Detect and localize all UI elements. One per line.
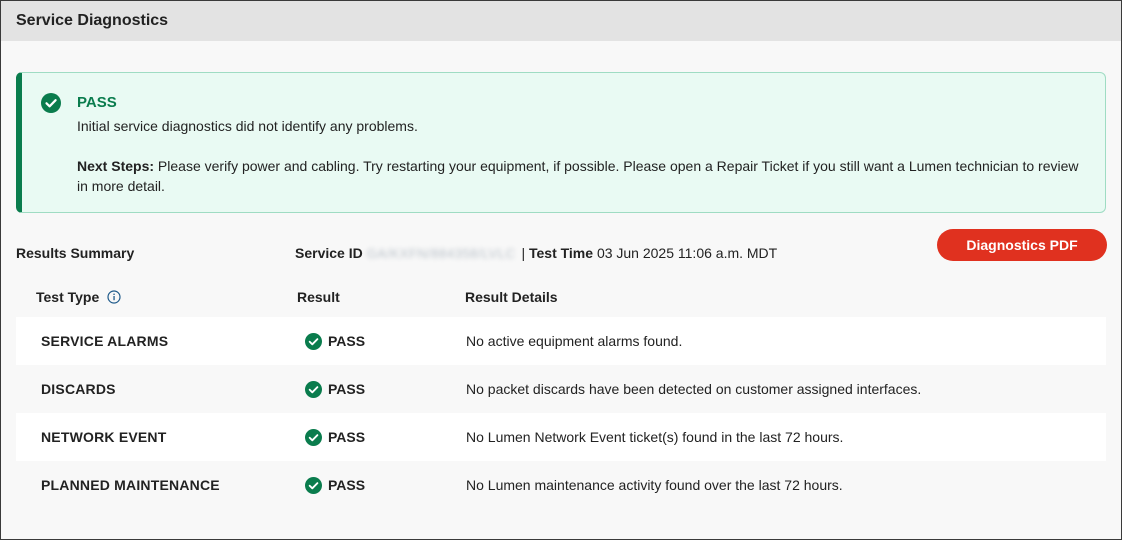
row-result: PASS — [305, 317, 365, 365]
row-details: No Lumen maintenance activity found over… — [466, 477, 843, 493]
row-result-label: PASS — [328, 333, 366, 349]
header-result: Result — [297, 289, 340, 305]
results-summary-label: Results Summary — [16, 245, 135, 261]
header-details: Result Details — [465, 289, 558, 305]
row-test-type: NETWORK EVENT — [41, 429, 167, 445]
table-row: DISCARDS PASS No packet discards have be… — [16, 365, 1106, 413]
next-steps: Next Steps: Please verify power and cabl… — [77, 156, 1087, 196]
alert-message: Initial service diagnostics did not iden… — [77, 118, 418, 134]
row-details: No packet discards have been detected on… — [466, 381, 922, 397]
table-row: PLANNED MAINTENANCE PASS No Lumen mainte… — [16, 461, 1106, 509]
next-steps-label: Next Steps: — [77, 158, 155, 174]
separator: | — [521, 245, 526, 261]
row-test-type: PLANNED MAINTENANCE — [41, 477, 220, 493]
diagnostics-panel: Service Diagnostics PASS Initial service… — [0, 0, 1122, 540]
row-result-label: PASS — [328, 381, 366, 397]
service-id-value: GA/KXFN/884358/LVLC — [366, 245, 516, 261]
panel-header: Service Diagnostics — [1, 1, 1121, 41]
row-details: No Lumen Network Event ticket(s) found i… — [466, 429, 844, 445]
pass-alert: PASS Initial service diagnostics did not… — [16, 72, 1106, 213]
next-steps-text: Please verify power and cabling. Try res… — [77, 158, 1079, 194]
check-circle-icon — [305, 428, 322, 446]
row-result: PASS — [305, 413, 365, 461]
table-row: SERVICE ALARMS PASS No active equipment … — [16, 317, 1106, 365]
table-header: Test Type Result Result Details — [1, 281, 1121, 313]
check-circle-icon — [305, 380, 322, 398]
row-result: PASS — [305, 365, 365, 413]
row-result: PASS — [305, 461, 365, 509]
check-circle-icon — [305, 476, 322, 494]
table-row: NETWORK EVENT PASS No Lumen Network Even… — [16, 413, 1106, 461]
row-details: No active equipment alarms found. — [466, 333, 683, 349]
check-circle-icon — [41, 93, 61, 113]
page-title: Service Diagnostics — [16, 12, 169, 29]
row-result-label: PASS — [328, 477, 366, 493]
test-time-label: Test Time — [528, 245, 594, 261]
info-icon[interactable] — [107, 290, 121, 304]
check-circle-icon — [305, 332, 322, 350]
alert-status: PASS — [77, 94, 117, 111]
service-info: Service ID GA/KXFN/884358/LVLC | Test Ti… — [295, 245, 777, 261]
diagnostics-pdf-button[interactable]: Diagnostics PDF — [937, 229, 1107, 261]
row-test-type: DISCARDS — [41, 381, 116, 397]
test-time-value: 03 Jun 2025 11:06 a.m. MDT — [596, 245, 778, 261]
header-test-type: Test Type — [36, 289, 121, 305]
row-result-label: PASS — [328, 429, 366, 445]
row-test-type: SERVICE ALARMS — [41, 333, 169, 349]
header-test-type-label: Test Type — [36, 289, 100, 305]
service-id-label: Service ID — [295, 245, 363, 261]
